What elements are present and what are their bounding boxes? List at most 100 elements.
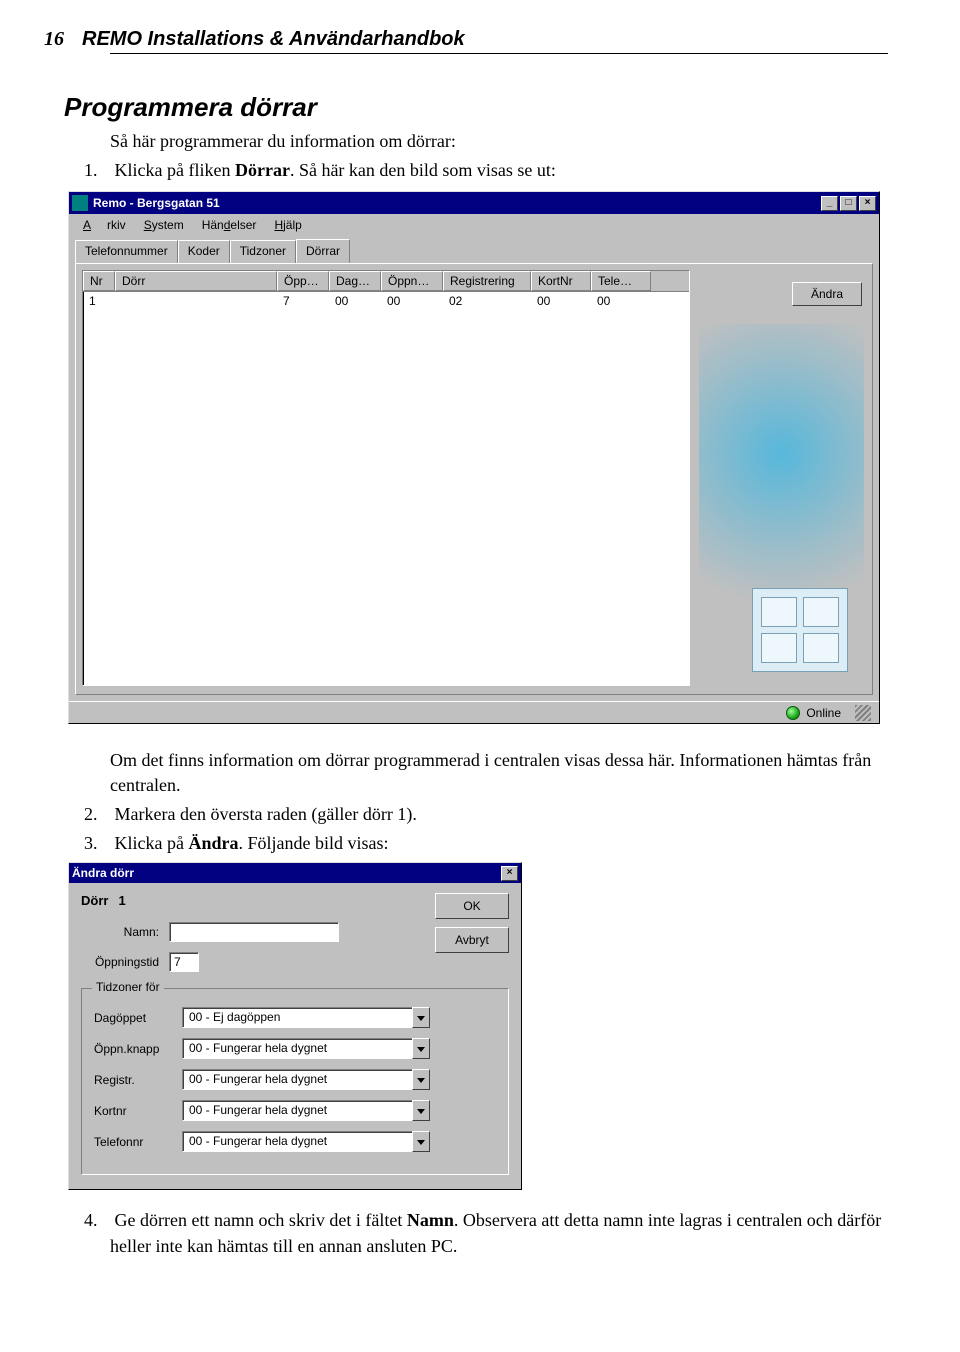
- cell-oppn: 00: [381, 294, 443, 308]
- menu-system[interactable]: System: [136, 217, 192, 233]
- tab-dorrar[interactable]: Dörrar: [296, 239, 350, 263]
- chevron-down-icon[interactable]: [412, 1007, 430, 1028]
- dialog-titlebar[interactable]: Ändra dörr ×: [69, 863, 521, 883]
- tabstrip: Telefonnummer Koder Tidzoner Dörrar: [69, 235, 879, 263]
- oppningstid-label: Öppningstid: [81, 955, 169, 969]
- menu-handelser[interactable]: Händelser: [194, 217, 265, 233]
- step-2: 2. Markera den översta raden (gäller dör…: [110, 804, 888, 825]
- intro-text: Så här programmerar du information om dö…: [110, 131, 888, 152]
- step-number: 3.: [84, 833, 110, 854]
- avbryt-button[interactable]: Avbryt: [435, 927, 509, 953]
- step-4-text-pre: Ge dörren ett namn och skriv det i fälte…: [115, 1210, 407, 1230]
- col-oppn[interactable]: Öppn…: [381, 271, 443, 291]
- chevron-down-icon[interactable]: [412, 1038, 430, 1059]
- col-reg[interactable]: Registrering: [443, 271, 531, 291]
- col-dorr[interactable]: Dörr: [115, 271, 277, 291]
- tab-telefonnummer[interactable]: Telefonnummer: [75, 240, 178, 264]
- minimize-button[interactable]: _: [821, 196, 838, 211]
- decorative-splash: [699, 324, 864, 684]
- list-header: Nr Dörr Öpp… Dag… Öppn… Registrering Kor…: [83, 271, 689, 292]
- step-3-button-name: Ändra: [188, 833, 238, 853]
- step-3-text-pre: Klicka på: [115, 833, 189, 853]
- group-legend: Tidzoner för: [92, 980, 164, 994]
- combo-oppnknapp: Öppn.knapp 00 - Fungerar hela dygnet: [94, 1038, 496, 1059]
- menubar: Arkiv System Händelser Hjälp: [69, 214, 879, 235]
- door-list[interactable]: Nr Dörr Öpp… Dag… Öppn… Registrering Kor…: [82, 270, 690, 686]
- andra-button[interactable]: Ändra: [792, 282, 862, 306]
- status-text: Online: [806, 706, 841, 720]
- step-1-text-post: . Så här kan den bild som visas se ut:: [290, 160, 556, 180]
- telefonnr-label: Telefonnr: [94, 1135, 182, 1149]
- cell-kort: 00: [531, 294, 591, 308]
- step-number: 1.: [84, 160, 110, 181]
- step-number: 4.: [84, 1208, 110, 1233]
- cell-opp: 7: [277, 294, 329, 308]
- page-number: 16: [44, 28, 64, 51]
- col-opp[interactable]: Öpp…: [277, 271, 329, 291]
- combo-registr: Registr. 00 - Fungerar hela dygnet: [94, 1069, 496, 1090]
- step-4-field-name: Namn: [407, 1210, 454, 1230]
- titlebar[interactable]: Remo - Bergsgatan 51 _ □ ×: [69, 192, 879, 214]
- app-icon: [72, 195, 88, 211]
- window-title: Remo - Bergsgatan 51: [93, 196, 220, 210]
- status-led-icon: [786, 706, 800, 720]
- close-button[interactable]: ×: [859, 196, 876, 211]
- tab-tidzoner[interactable]: Tidzoner: [230, 240, 296, 264]
- combo-telefonnr: Telefonnr 00 - Fungerar hela dygnet: [94, 1131, 496, 1152]
- app-window: Remo - Bergsgatan 51 _ □ × Arkiv System …: [68, 191, 880, 724]
- combo-kortnr: Kortnr 00 - Fungerar hela dygnet: [94, 1100, 496, 1121]
- col-dag[interactable]: Dag…: [329, 271, 381, 291]
- door-icon: [752, 588, 848, 672]
- chevron-down-icon[interactable]: [412, 1069, 430, 1090]
- maximize-button[interactable]: □: [840, 196, 857, 211]
- table-row[interactable]: 1 7 00 00 02 00 00: [83, 292, 689, 310]
- dorr-label: Dörr: [81, 893, 108, 908]
- menu-hjalp[interactable]: Hjälp: [266, 217, 309, 233]
- step-1-text-pre: Klicka på fliken: [115, 160, 235, 180]
- cell-nr: 1: [83, 294, 115, 308]
- registr-select[interactable]: 00 - Fungerar hela dygnet: [182, 1069, 412, 1090]
- step-number: 2.: [84, 804, 110, 825]
- tab-koder[interactable]: Koder: [178, 240, 230, 264]
- col-tele[interactable]: Tele…: [591, 271, 651, 291]
- page-header: 16 REMO Installations & Användarhandbok: [110, 28, 888, 54]
- dagoppet-label: Dagöppet: [94, 1011, 182, 1025]
- col-kort[interactable]: KortNr: [531, 271, 591, 291]
- dagoppet-select[interactable]: 00 - Ej dagöppen: [182, 1007, 412, 1028]
- statusbar: Online: [69, 701, 879, 723]
- combo-dagoppet: Dagöppet 00 - Ej dagöppen: [94, 1007, 496, 1028]
- step-1-tab-name: Dörrar: [235, 160, 290, 180]
- step-3-text-post: . Följande bild visas:: [238, 833, 388, 853]
- oppningstid-input[interactable]: 7: [169, 952, 199, 972]
- kortnr-select[interactable]: 00 - Fungerar hela dygnet: [182, 1100, 412, 1121]
- cell-dorr: [115, 294, 277, 308]
- step-1: 1. Klicka på fliken Dörrar. Så här kan d…: [110, 160, 888, 181]
- telefonnr-select[interactable]: 00 - Fungerar hela dygnet: [182, 1131, 412, 1152]
- registr-label: Registr.: [94, 1073, 182, 1087]
- menu-arkiv[interactable]: Arkiv: [75, 217, 134, 233]
- explain-text: Om det finns information om dörrar progr…: [110, 748, 888, 798]
- chevron-down-icon[interactable]: [412, 1100, 430, 1121]
- cell-dag: 00: [329, 294, 381, 308]
- dialog-title: Ändra dörr: [72, 866, 134, 880]
- namn-input[interactable]: [169, 922, 339, 942]
- document-title: REMO Installations & Användarhandbok: [82, 28, 465, 51]
- section-heading: Programmera dörrar: [64, 92, 888, 123]
- namn-label: Namn:: [81, 925, 169, 939]
- step-4: 4. Ge dörren ett namn och skriv det i fä…: [110, 1208, 888, 1258]
- col-nr[interactable]: Nr: [83, 271, 115, 291]
- oppnknapp-select[interactable]: 00 - Fungerar hela dygnet: [182, 1038, 412, 1059]
- dialog-close-button[interactable]: ×: [501, 866, 518, 881]
- dorr-number: 1: [118, 893, 125, 908]
- tidzoner-group: Tidzoner för Dagöppet 00 - Ej dagöppen Ö…: [81, 988, 509, 1175]
- step-3: 3. Klicka på Ändra. Följande bild visas:: [110, 833, 888, 854]
- edit-door-dialog: Ändra dörr × Dörr 1 Namn: Öppningsti: [68, 862, 522, 1190]
- kortnr-label: Kortnr: [94, 1104, 182, 1118]
- cell-reg: 02: [443, 294, 531, 308]
- resize-grip-icon[interactable]: [855, 705, 871, 721]
- tab-panel: Nr Dörr Öpp… Dag… Öppn… Registrering Kor…: [75, 263, 873, 695]
- step-2-text: Markera den översta raden (gäller dörr 1…: [115, 804, 417, 824]
- oppnknapp-label: Öppn.knapp: [94, 1042, 182, 1056]
- chevron-down-icon[interactable]: [412, 1131, 430, 1152]
- ok-button[interactable]: OK: [435, 893, 509, 919]
